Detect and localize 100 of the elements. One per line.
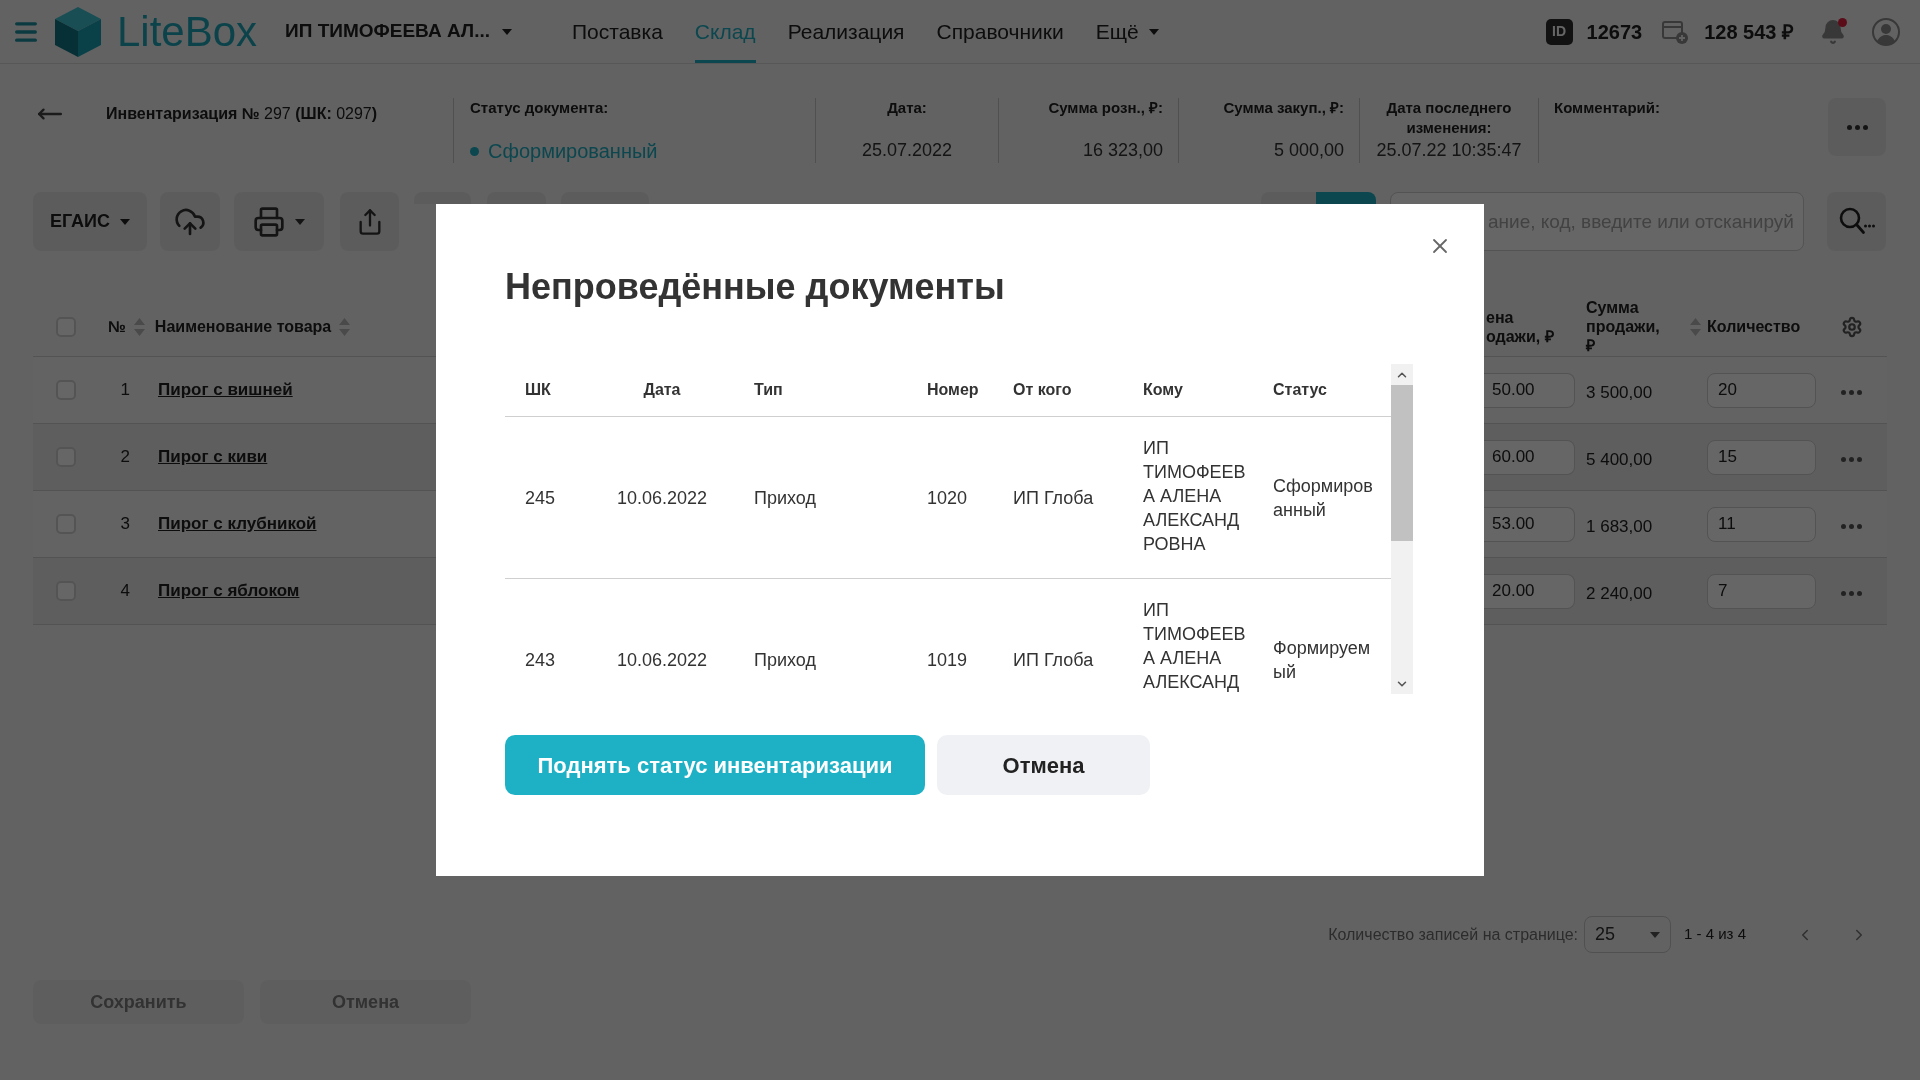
column-header: От кого	[1013, 381, 1072, 398]
share-button[interactable]	[340, 192, 399, 251]
print-button[interactable]	[234, 192, 324, 251]
nav-tab[interactable]: Поставка	[572, 0, 663, 63]
caret-icon	[1148, 28, 1159, 35]
toolbar-button[interactable]	[561, 192, 649, 204]
sale-sum: 3 500,00	[1586, 382, 1654, 405]
row-number: 3	[120, 514, 130, 534]
product-link[interactable]: Пирог с киви	[158, 444, 268, 470]
cancel-button[interactable]: Отмена	[937, 735, 1150, 795]
page-size-select[interactable]: 25	[1584, 916, 1672, 953]
row-number: 1	[120, 380, 130, 400]
wallet-icon[interactable]	[1662, 18, 1690, 45]
row-number: 4	[120, 581, 130, 601]
scrollbar-track[interactable]	[1391, 364, 1413, 694]
raise-status-button[interactable]: Поднять статус инвентаризации	[505, 735, 925, 795]
nav-tab[interactable]: Справочники	[936, 0, 1064, 63]
logo-icon	[55, 6, 101, 57]
sort-icon[interactable]	[1690, 317, 1701, 336]
column-header: Статус	[1273, 381, 1327, 398]
quantity-field[interactable]: 7	[1707, 573, 1816, 609]
search-button[interactable]	[1827, 192, 1886, 251]
table-cell: 245	[525, 487, 556, 508]
toolbar-button[interactable]	[414, 192, 471, 204]
table-cell-text: ИП ТИМОФЕЕВА АЛЕНА АЛЕКСАНД	[1143, 599, 1247, 694]
sale-sum: 5 400,00	[1586, 449, 1654, 472]
avatar-icon[interactable]	[1872, 17, 1900, 46]
page-range: 1 - 4 из 4	[1684, 924, 1746, 945]
table-cell-text: ИП ТИМОФЕЕВА АЛЕНА АЛЕКСАНДРОВНА	[1143, 437, 1247, 556]
row-number: 2	[120, 447, 130, 467]
column-header: Сумма продажи, ₽	[1586, 299, 1660, 354]
field-label: Дата последнего изменения:	[1386, 99, 1512, 136]
more-icon[interactable]	[1841, 456, 1862, 462]
scrollbar-thumb[interactable]	[1391, 385, 1413, 541]
search-icon	[1838, 207, 1875, 236]
table-cell: ИП Глоба	[1013, 649, 1094, 670]
quantity-field[interactable]: 20	[1707, 372, 1816, 408]
field-label: Статус документа:	[470, 99, 609, 116]
field-value: 5 000,00	[1273, 140, 1344, 160]
table-cell: 10.06.2022	[616, 649, 708, 670]
document-title: Инвентаризация № 297 (ШК: 0297)	[106, 104, 378, 124]
printer-icon	[253, 205, 285, 238]
more-icon[interactable]	[1841, 523, 1862, 529]
table-cell: 243	[525, 649, 556, 670]
toolbar-button[interactable]	[487, 192, 546, 204]
logo-text: LiteBox	[117, 10, 258, 53]
sale-sum: 1 683,00	[1586, 516, 1654, 539]
quantity-field[interactable]: 11	[1707, 506, 1816, 542]
field-label: Комментарий:	[1554, 99, 1660, 116]
field-value: 25.07.22 10:35:47	[1376, 140, 1522, 160]
dialog-title: Непроведённые документы	[505, 266, 1006, 308]
status-value: Сформированный	[488, 139, 658, 163]
egais-button[interactable]: ЕГАИС	[33, 192, 147, 251]
nav-tab[interactable]: Реализация	[787, 0, 905, 63]
id-badge: ID	[1545, 18, 1573, 45]
caret-icon	[120, 218, 130, 225]
table-cell: 1020	[927, 487, 968, 508]
field-value: 25.07.2022	[861, 140, 953, 160]
price-field[interactable]: 50.00	[1484, 372, 1575, 408]
column-header: №	[108, 316, 126, 337]
view-toggle[interactable]	[1316, 192, 1376, 204]
bell-icon[interactable]	[1820, 18, 1846, 45]
balance: 128 543 ₽	[1704, 19, 1794, 45]
table-cell: 1019	[927, 649, 968, 670]
price-field[interactable]: 53.00	[1484, 506, 1575, 542]
product-link[interactable]: Пирог с клубникой	[158, 511, 317, 537]
sort-icon[interactable]	[339, 317, 351, 336]
caret-icon	[295, 218, 305, 225]
organization-dropdown[interactable]: ИП ТИМОФЕЕВА АЛ...	[285, 17, 512, 46]
more-icon[interactable]	[1841, 590, 1862, 596]
price-field[interactable]: 20.00	[1484, 573, 1575, 609]
quantity-field[interactable]: 15	[1707, 439, 1816, 475]
field-value: 16 323,00	[1082, 140, 1163, 160]
view-toggle[interactable]	[1261, 192, 1316, 204]
product-link[interactable]: Пирог с вишней	[158, 377, 293, 403]
caret-icon	[1650, 931, 1661, 938]
column-header: Кому	[1143, 381, 1183, 398]
more-icon[interactable]	[1841, 389, 1862, 395]
upload-button[interactable]	[160, 192, 220, 251]
field-label: Дата:	[887, 99, 927, 116]
product-link[interactable]: Пирог с яблоком	[158, 578, 300, 604]
column-header: ШК	[525, 381, 551, 398]
id-number: 12673	[1586, 19, 1643, 45]
more-icon	[1846, 124, 1868, 130]
table-cell: 10.06.2022	[616, 487, 708, 508]
table-cell: ИП Глоба	[1013, 487, 1094, 508]
column-header: Тип	[754, 381, 783, 398]
table-cell: Приход	[754, 487, 816, 508]
sale-sum: 2 240,00	[1586, 583, 1654, 606]
table-cell-text: Сформированный	[1273, 474, 1374, 522]
more-button[interactable]	[1828, 98, 1886, 156]
column-header: Дата	[643, 381, 681, 398]
column-header: Количество	[1707, 316, 1802, 337]
price-field[interactable]: 60.00	[1484, 439, 1575, 475]
settings-icon[interactable]	[1840, 315, 1863, 338]
column-header: Номер	[927, 381, 979, 398]
nav-tab[interactable]: Склад	[694, 0, 756, 63]
nav-tab[interactable]: Ещё	[1095, 0, 1159, 63]
sort-icon[interactable]	[133, 317, 145, 336]
column-header: Наименование товара	[154, 316, 332, 337]
